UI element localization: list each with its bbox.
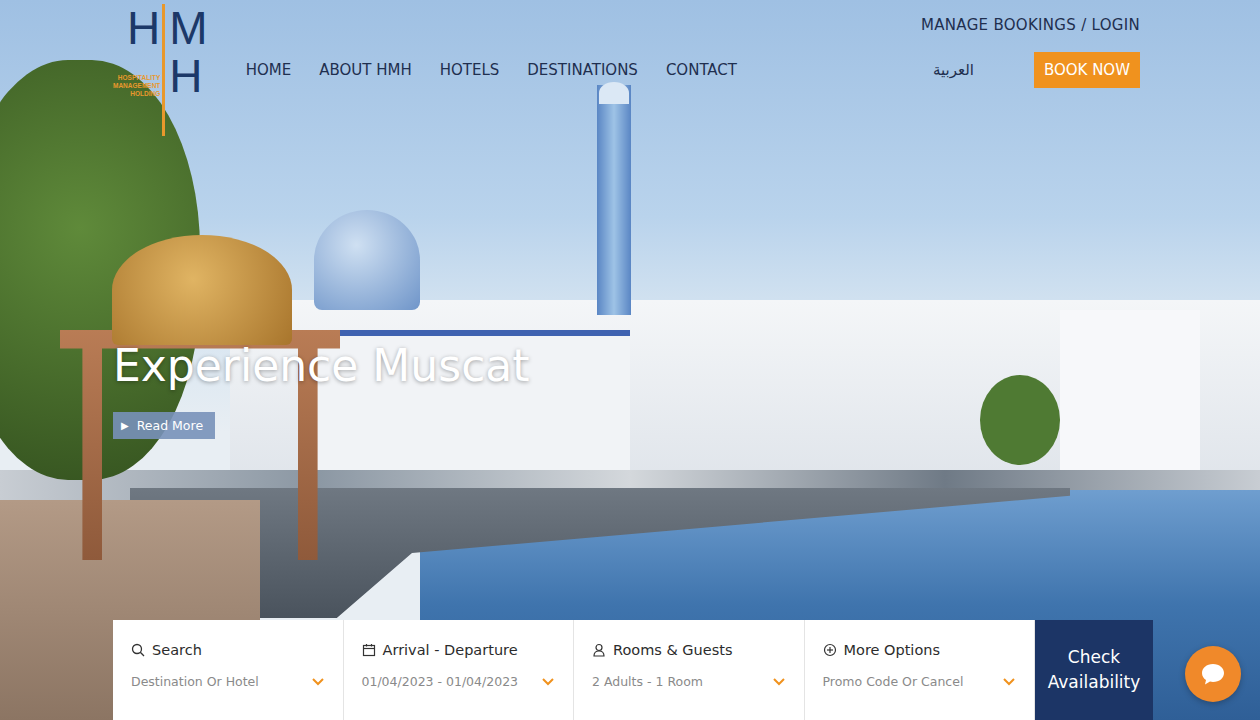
calendar-icon (362, 643, 376, 657)
chat-bubble-icon (1200, 662, 1226, 686)
field-label: Rooms & Guests (592, 642, 786, 658)
booking-bar: Search Destination Or Hotel Arrival - Depa… (113, 620, 1153, 720)
booking-field[interactable]: Rooms & Guests 2 Adults - 1 Room (574, 620, 805, 720)
booking-field[interactable]: Search Destination Or Hotel (113, 620, 344, 720)
field-label-text: Search (152, 642, 202, 658)
header-right: MANAGE BOOKINGS / LOGIN HOME ABOUT HMH HOTE… (246, 0, 1140, 138)
chevron-down-icon (541, 677, 555, 687)
nav-item[interactable]: HOME (246, 61, 292, 79)
chevron-down-icon (1002, 677, 1016, 687)
site-header: HHOSPITALITYMANAGEMENTHOLDINGMHMANAGE BO… (0, 0, 1260, 138)
search-icon (131, 643, 145, 657)
booking-field[interactable]: More Options Promo Code Or Cancel (805, 620, 1036, 720)
main-nav: HOME ABOUT HMH HOTELS DESTINATIONS CONTACT (246, 61, 737, 79)
logo-tagline: HOSPITALITYMANAGEMENTHOLDING (113, 74, 160, 98)
nav-item[interactable]: DESTINATIONS (527, 61, 638, 79)
field-value: Destination Or Hotel (131, 674, 259, 689)
top-row: MANAGE BOOKINGS / LOGIN (246, 0, 1140, 50)
field-label-text: More Options (844, 642, 941, 658)
check-availability-button[interactable]: Check Availability (1035, 620, 1153, 720)
plus-circle-icon (823, 643, 837, 657)
logo-right: MH (162, 4, 207, 136)
chevron-down-icon (772, 677, 786, 687)
field-label-text: Rooms & Guests (613, 642, 733, 658)
logo-letter: H (127, 4, 160, 52)
read-more-label: Read More (137, 418, 203, 433)
field-label: Search (131, 642, 325, 658)
field-value-row: 01/04/2023 - 01/04/2023 (362, 674, 556, 689)
field-label: Arrival - Departure (362, 642, 556, 658)
hero-title: Experience Muscat (113, 338, 530, 394)
field-value: 01/04/2023 - 01/04/2023 (362, 674, 519, 689)
nav-row: HOME ABOUT HMH HOTELS DESTINATIONS CONTACT ال… (246, 50, 1140, 90)
field-value-row: Destination Or Hotel (131, 674, 325, 689)
hmh-logo[interactable]: HHOSPITALITYMANAGEMENTHOLDINGMH (113, 4, 208, 136)
nav-item[interactable]: ABOUT HMH (319, 61, 412, 79)
page-content: HHOSPITALITYMANAGEMENTHOLDINGMHMANAGE BO… (0, 0, 1260, 720)
field-value-row: Promo Code Or Cancel (823, 674, 1017, 689)
tagline-line: HOLDING (113, 90, 160, 98)
booking-field[interactable]: Arrival - Departure 01/04/2023 - 01/04/20… (344, 620, 575, 720)
read-more-button[interactable]: ▶ Read More (113, 412, 215, 439)
tagline-line: MANAGEMENT (113, 82, 160, 90)
field-value: Promo Code Or Cancel (823, 674, 964, 689)
manage-bookings-link[interactable]: MANAGE BOOKINGS / LOGIN (921, 16, 1140, 34)
nav-item[interactable]: HOTELS (440, 61, 500, 79)
field-label-text: Arrival - Departure (383, 642, 518, 658)
play-icon: ▶ (121, 420, 129, 431)
book-now-button[interactable]: BOOK NOW (1034, 52, 1140, 88)
logo-left: H HOSPITALITYMANAGEMENTHOLDING (113, 4, 162, 136)
chevron-down-icon (311, 677, 325, 687)
field-value: 2 Adults - 1 Room (592, 674, 703, 689)
nav-item[interactable]: CONTACT (666, 61, 737, 79)
tagline-line: HOSPITALITY (113, 74, 160, 82)
chat-button[interactable] (1185, 646, 1241, 702)
field-value-row: 2 Adults - 1 Room (592, 674, 786, 689)
language-link[interactable]: العربية (933, 61, 974, 79)
hero: Experience Muscat ▶ Read More (0, 138, 1260, 620)
logo-letter: H (169, 52, 207, 100)
logo-letter: M (169, 4, 207, 52)
field-label: More Options (823, 642, 1017, 658)
person-icon (592, 643, 606, 657)
